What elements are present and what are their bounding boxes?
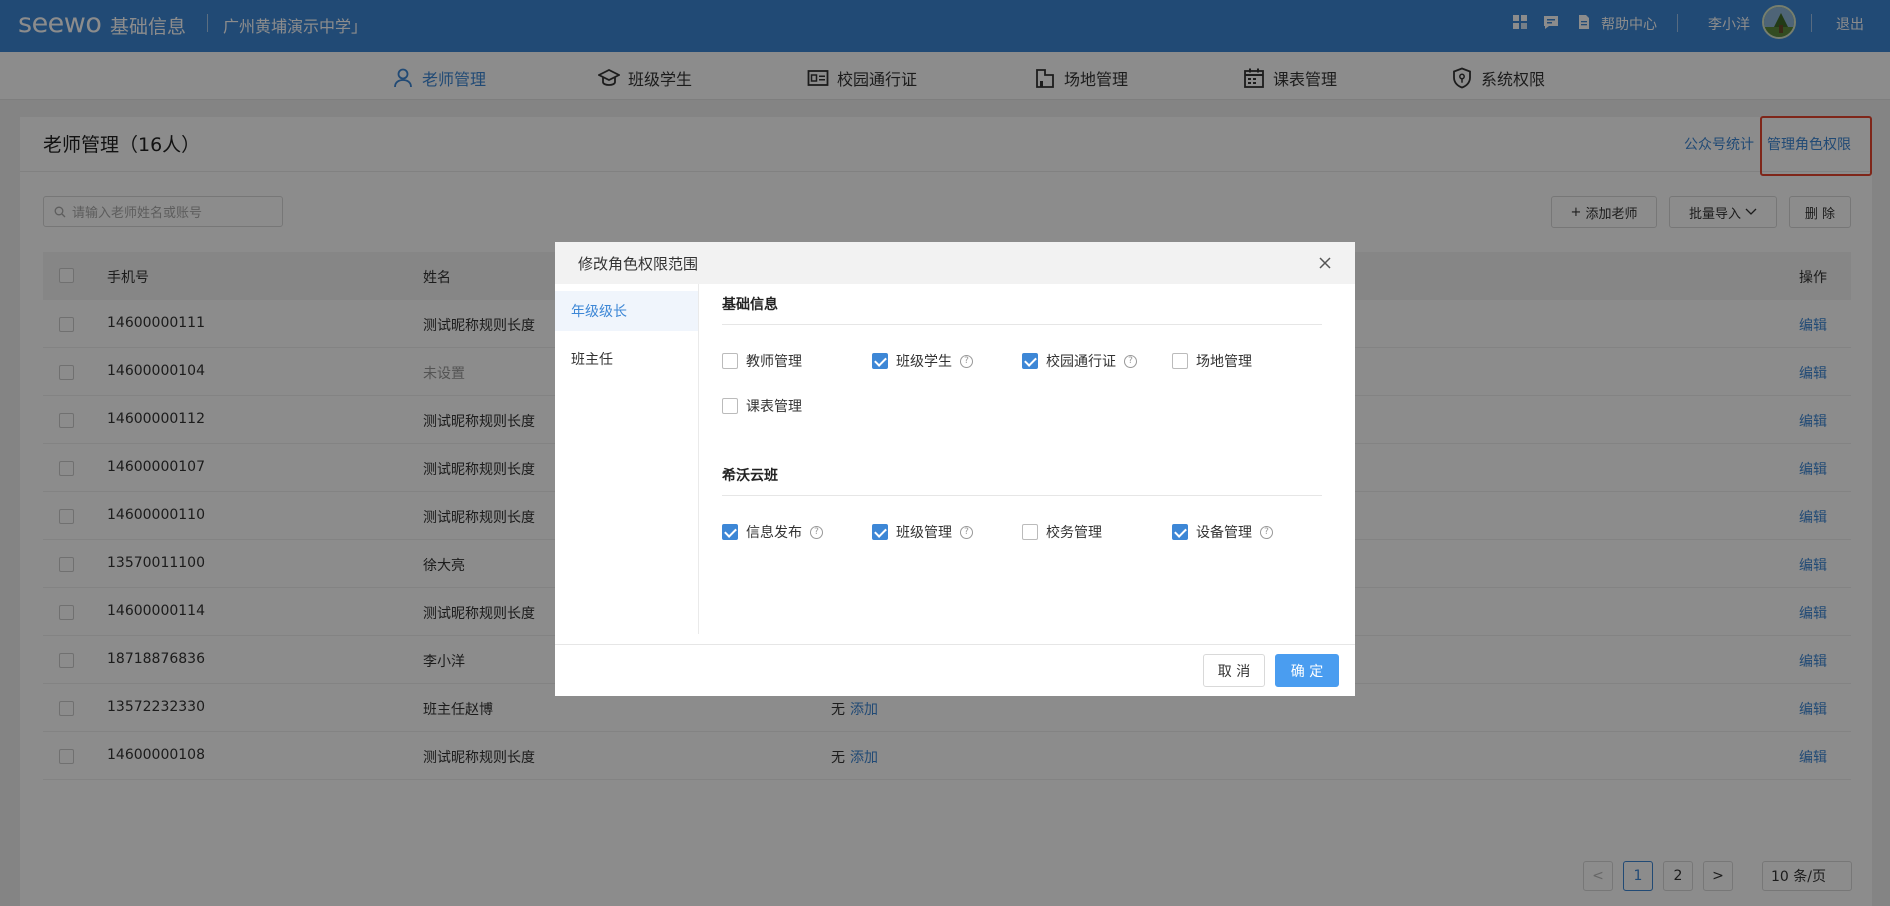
role-item-grade-leader[interactable]: 年级级长 xyxy=(555,291,698,331)
help-icon[interactable]: ? xyxy=(1124,354,1137,368)
checkbox-checked[interactable] xyxy=(1172,524,1188,540)
perm-campus-pass[interactable]: 校园通行证 ? xyxy=(1022,351,1137,371)
help-icon[interactable]: ? xyxy=(960,354,973,368)
perm-school-affairs[interactable]: 校务管理 xyxy=(1022,522,1102,542)
help-icon[interactable]: ? xyxy=(960,525,973,539)
close-icon[interactable] xyxy=(1315,253,1335,273)
perm-timetable-management[interactable]: 课表管理 xyxy=(722,396,802,416)
role-list: 年级级长 班主任 xyxy=(555,284,699,634)
perm-label: 场地管理 xyxy=(1196,354,1252,370)
cancel-button[interactable]: 取 消 xyxy=(1203,654,1265,687)
perm-label: 信息发布 xyxy=(746,525,802,541)
help-icon[interactable]: ? xyxy=(1260,525,1273,539)
checkbox[interactable] xyxy=(1172,353,1188,369)
perm-label: 班级管理 xyxy=(896,525,952,541)
checkbox-checked[interactable] xyxy=(1022,353,1038,369)
checkbox-checked[interactable] xyxy=(872,353,888,369)
checkbox-checked[interactable] xyxy=(872,524,888,540)
perm-info-publish[interactable]: 信息发布 ? xyxy=(722,522,823,542)
section-divider xyxy=(722,324,1322,325)
help-icon[interactable]: ? xyxy=(810,525,823,539)
perm-label: 校园通行证 xyxy=(1046,354,1116,370)
perm-label: 课表管理 xyxy=(746,399,802,415)
perm-device-management[interactable]: 设备管理 ? xyxy=(1172,522,1273,542)
perm-class-management[interactable]: 班级管理 ? xyxy=(872,522,973,542)
perm-class-students[interactable]: 班级学生 ? xyxy=(872,351,973,371)
checkbox-checked[interactable] xyxy=(722,524,738,540)
perm-label: 设备管理 xyxy=(1196,525,1252,541)
section-title-basic-info: 基础信息 xyxy=(722,297,778,313)
checkbox[interactable] xyxy=(1022,524,1038,540)
section-title-seewo-cloud-class: 希沃云班 xyxy=(722,468,778,484)
perm-label: 班级学生 xyxy=(896,354,952,370)
section-divider xyxy=(722,495,1322,496)
edit-role-permission-dialog: 修改角色权限范围 年级级长 班主任 基础信息 教师管理 班级学生 ? 校园通行证… xyxy=(555,242,1355,696)
dialog-footer: 取 消 确 定 xyxy=(555,644,1355,696)
checkbox[interactable] xyxy=(722,398,738,414)
perm-label: 校务管理 xyxy=(1046,525,1102,541)
confirm-button[interactable]: 确 定 xyxy=(1275,654,1339,687)
role-item-class-teacher[interactable]: 班主任 xyxy=(555,339,698,379)
perm-venue-management[interactable]: 场地管理 xyxy=(1172,351,1252,371)
checkbox[interactable] xyxy=(722,353,738,369)
permission-scope-panel: 基础信息 教师管理 班级学生 ? 校园通行证 ? 场地管理 课表管理 希沃云班 xyxy=(699,284,1355,634)
perm-label: 教师管理 xyxy=(746,354,802,370)
dialog-header: 修改角色权限范围 xyxy=(555,242,1355,284)
dialog-title: 修改角色权限范围 xyxy=(578,255,699,273)
perm-teacher-management[interactable]: 教师管理 xyxy=(722,351,802,371)
